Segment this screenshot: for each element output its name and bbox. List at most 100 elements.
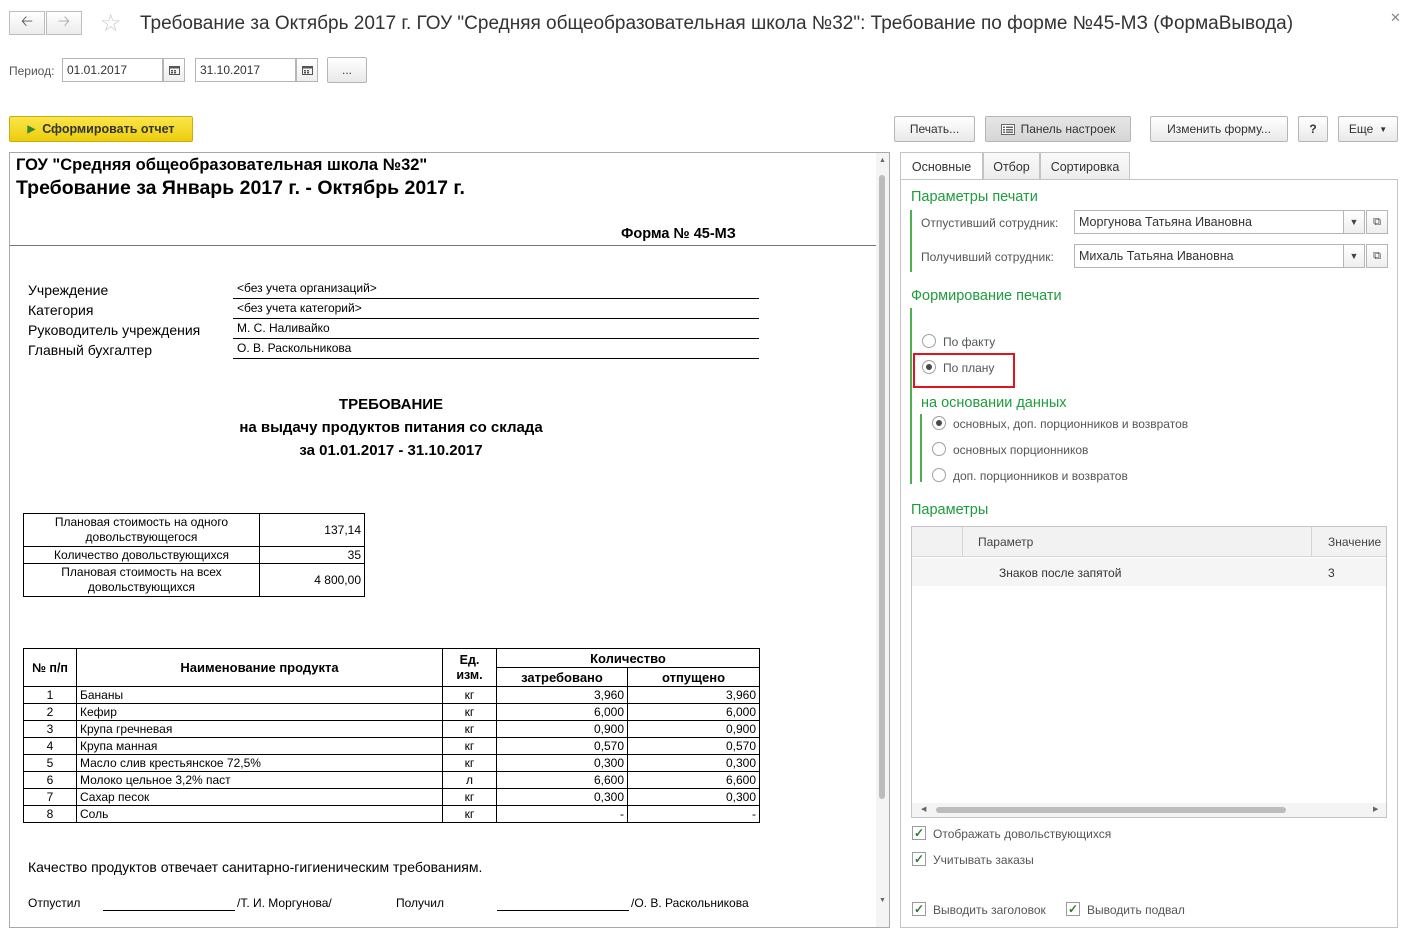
scroll-left-icon[interactable]: ◀ <box>921 805 926 813</box>
consider-orders-checkbox[interactable]: ✓ <box>912 852 926 866</box>
requested-cell: 0,900 <box>496 720 628 738</box>
info-label: Учреждение <box>28 282 109 298</box>
period-end-field[interactable]: 31.10.2017 <box>195 58 296 82</box>
period-end-calendar-button[interactable] <box>296 58 318 82</box>
scroll-right-icon[interactable]: ▶ <box>1373 805 1378 813</box>
report-form-number: Форма № 45-МЗ <box>621 226 736 242</box>
info-value: М. С. Наливайко <box>237 321 330 335</box>
close-icon[interactable]: ✕ <box>1390 10 1401 26</box>
row-number-cell: 3 <box>23 720 77 738</box>
received-signature-line <box>497 910 629 911</box>
scroll-down-icon[interactable]: ▼ <box>879 897 886 904</box>
unit-cell: кг <box>442 737 497 755</box>
show-header-label: Выводить заголовок <box>933 903 1046 917</box>
settings-panel-button[interactable]: Панель настроек <box>985 116 1131 142</box>
table-row: 7 Сахар песок кг 0,300 0,300 <box>23 788 760 806</box>
print-button[interactable]: Печать... <box>894 116 975 142</box>
show-header-checkbox[interactable]: ✓ <box>912 902 926 916</box>
favorite-star-icon[interactable]: ☆ <box>100 9 122 38</box>
unit-cell: кг <box>442 754 497 772</box>
window-title: Требование за Октябрь 2017 г. ГОУ "Средн… <box>140 13 1294 34</box>
report-header-separator <box>10 245 876 246</box>
received-employee-field[interactable]: Михаль Татьяна Ивановна <box>1074 244 1345 268</box>
received-employee-dropdown[interactable]: ▼ <box>1343 244 1365 268</box>
forward-button[interactable]: 🡢 <box>46 11 82 35</box>
table-row: 6 Молоко цельное 3,2% паст л 6,600 6,600 <box>23 771 760 789</box>
info-label: Категория <box>28 302 94 318</box>
table-row[interactable] <box>912 558 1386 586</box>
tab-main[interactable]: Основные <box>900 152 983 181</box>
params-hscrollbar[interactable]: ◀ ▶ <box>912 803 1386 817</box>
calendar-icon <box>168 66 180 75</box>
product-name-cell: Молоко цельное 3,2% паст <box>76 771 443 789</box>
period-start-field[interactable]: 01.01.2017 <box>62 58 163 82</box>
report-org-name: ГОУ "Средняя общеобразовательная школа №… <box>16 156 428 174</box>
more-menu-label: Еще <box>1348 122 1374 136</box>
period-select-button[interactable]: ... <box>327 57 367 83</box>
dropdown-arrow-icon: ▼ <box>1379 124 1388 134</box>
param-value-cell[interactable]: 3 <box>1328 566 1335 580</box>
basis-option-radio[interactable] <box>932 416 946 430</box>
requirement-subheading: на выдачу продуктов питания со склада <box>239 419 543 436</box>
summary-value: 4 800,00 <box>259 563 365 597</box>
play-icon: ▶ <box>27 123 36 135</box>
more-menu-button[interactable]: Еще ▼ <box>1338 116 1398 142</box>
highlight-box <box>913 353 1015 388</box>
open-icon: ⧉ <box>1373 215 1381 228</box>
show-consumers-checkbox[interactable]: ✓ <box>912 826 926 840</box>
col-requested-header: затребовано <box>496 667 628 687</box>
unit-cell: кг <box>442 720 497 738</box>
report-scrollbar-thumb[interactable] <box>879 175 885 799</box>
generate-report-button[interactable]: ▶ Сформировать отчет <box>9 116 193 142</box>
report-scrollbar[interactable]: ▲ ▼ <box>876 153 889 927</box>
by-fact-radio[interactable] <box>922 334 936 348</box>
released-cell: 6,000 <box>627 703 760 721</box>
report-title: Требование за Январь 2017 г. - Октябрь 2… <box>16 177 465 199</box>
row-number-cell: 5 <box>23 754 77 772</box>
unit-cell: кг <box>442 788 497 806</box>
back-button[interactable]: 🡠 <box>9 11 45 35</box>
dropdown-arrow-icon: ▼ <box>1349 251 1359 261</box>
released-cell: 0,570 <box>627 737 760 755</box>
unit-cell: л <box>442 771 497 789</box>
section-bar <box>910 210 912 272</box>
params-hscrollbar-thumb[interactable] <box>936 807 1286 813</box>
released-cell: 0,300 <box>627 788 760 806</box>
basis-option-radio[interactable] <box>932 468 946 482</box>
released-employee-field[interactable]: Моргунова Татьяна Ивановна <box>1074 210 1345 234</box>
received-employee-label: Получивший сотрудник: <box>921 250 1054 264</box>
product-name-cell: Кефир <box>76 703 443 721</box>
info-value: <без учета организаций> <box>237 281 377 295</box>
scroll-up-icon[interactable]: ▲ <box>879 157 886 164</box>
info-underline <box>233 338 759 339</box>
row-number-cell: 6 <box>23 771 77 789</box>
product-name-cell: Масло слив крестьянское 72,5% <box>76 754 443 772</box>
change-form-button[interactable]: Изменить форму... <box>1150 116 1288 142</box>
tab-filter[interactable]: Отбор <box>983 152 1040 180</box>
show-footer-checkbox[interactable]: ✓ <box>1066 902 1080 916</box>
received-employee-open-button[interactable]: ⧉ <box>1366 244 1388 268</box>
table-row: 8 Соль кг - - <box>23 805 760 823</box>
table-row: 4 Крупа манная кг 0,570 0,570 <box>23 737 760 755</box>
value-column-header: Значение <box>1328 535 1382 549</box>
help-button[interactable]: ? <box>1298 116 1328 142</box>
released-cell: 0,900 <box>627 720 760 738</box>
basis-option-radio[interactable] <box>932 442 946 456</box>
tab-sort[interactable]: Сортировка <box>1040 152 1130 180</box>
summary-row: Плановая стоимость на всех довольствующи… <box>23 563 365 597</box>
settings-panel-label: Панель настроек <box>1020 122 1116 136</box>
product-name-cell: Крупа манная <box>76 737 443 755</box>
generate-report-label: Сформировать отчет <box>42 122 175 136</box>
section-bar <box>920 414 922 482</box>
col-released-header: отпущено <box>627 667 760 687</box>
consider-orders-label: Учитывать заказы <box>933 853 1034 867</box>
print-params-title: Параметры печати <box>911 189 1038 205</box>
released-employee-open-button[interactable]: ⧉ <box>1366 210 1388 234</box>
unit-cell: кг <box>442 703 497 721</box>
dropdown-arrow-icon: ▼ <box>1349 217 1359 227</box>
released-employee-dropdown[interactable]: ▼ <box>1343 210 1365 234</box>
period-start-calendar-button[interactable] <box>163 58 185 82</box>
info-label: Главный бухгалтер <box>28 342 152 358</box>
show-consumers-label: Отображать довольствующихся <box>933 827 1112 841</box>
params-table: Параметр Значение Знаков после запятой 3… <box>911 526 1387 818</box>
